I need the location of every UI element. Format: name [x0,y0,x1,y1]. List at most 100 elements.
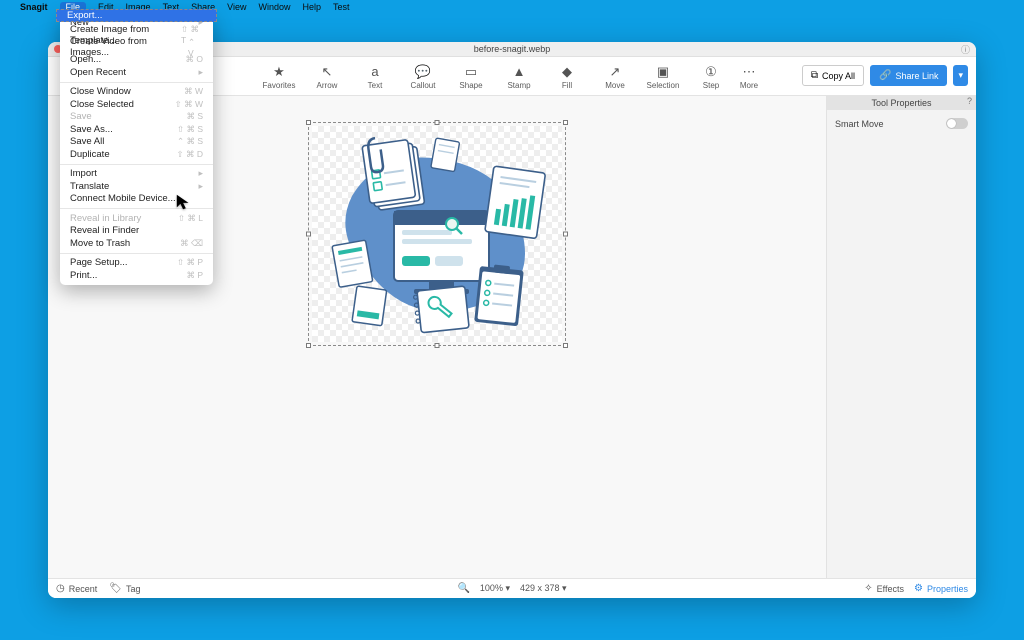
menu-item-export[interactable]: Export... [56,9,217,22]
stamp-icon: ▲ [513,63,526,81]
menubar-item-help[interactable]: Help [302,2,321,12]
tool-stamp[interactable]: ▲Stamp [501,63,537,90]
menu-item-import[interactable]: Import ▸ [60,168,213,181]
selection-handle[interactable] [563,343,568,348]
submenu-arrow-icon: ▸ [198,168,203,179]
recent-icon[interactable]: ◷ [56,583,65,594]
tool-fill[interactable]: ◆Fill [549,63,585,90]
tool-label: Favorites [263,81,296,90]
tool-step[interactable]: ①Step [693,63,729,90]
selection-handle[interactable] [563,120,568,125]
text-icon: a [371,63,378,81]
menu-shortcut: ⌘ S [186,111,203,122]
menu-shortcut: ⌃ ⌘ S [177,136,203,147]
menu-item-duplicate[interactable]: Duplicate⇧ ⌘ D [60,148,213,161]
toolbar-more[interactable]: ⋯ More [735,63,763,90]
selection-marquee[interactable] [308,122,566,346]
zoom-icon[interactable]: 🔍 [457,583,469,594]
menu-item-page-setup[interactable]: Page Setup... ⇧ ⌘ P [60,257,213,270]
zoom-value[interactable]: 100% ▾ [480,583,510,594]
properties-label[interactable]: Properties [927,584,968,594]
menu-shortcut: ⇧ ⌘ S [177,124,203,135]
tool-callout[interactable]: 💬Callout [405,63,441,90]
share-link-label: Share Link [895,71,938,81]
menu-item-label: Open Recent [70,67,126,78]
dimensions-value[interactable]: 429 x 378 ▾ [520,583,567,594]
menu-item-reveal-in-library: Reveal in Library ⇧ ⌘ L [60,212,213,225]
tool-label: Step [703,81,719,90]
tool-label: Callout [411,81,436,90]
selection-handle[interactable] [306,120,311,125]
tool-properties-panel: Tool Properties ? Smart Move [826,96,976,578]
selection-handle[interactable] [435,343,440,348]
menu-item-open-recent[interactable]: Open Recent▸ [60,66,213,79]
properties-icon[interactable]: ⚙ [914,583,923,594]
tool-arrow[interactable]: ↖Arrow [309,63,345,90]
menu-item-print[interactable]: Print...⌘ P [60,269,213,282]
menubar-item-window[interactable]: Window [258,2,290,12]
menubar-item-view[interactable]: View [227,2,246,12]
menu-item-label: Reveal in Finder [70,225,139,236]
menu-item-label: Close Window [70,86,131,97]
menu-item-save-as[interactable]: Save As...⇧ ⌘ S [60,123,213,136]
menu-shortcut: ⇧ ⌘ D [177,149,203,160]
menu-item-connect-mobile-device[interactable]: Connect Mobile Device... [60,193,213,206]
menu-item-move-to-trash[interactable]: Move to Trash ⌘ ⌫ [60,237,213,250]
tool-label: Text [368,81,383,90]
link-icon: 🔗 [879,70,891,81]
menu-item-label: Print... [70,270,97,281]
menu-shortcut: ⇧ ⌘ P [177,257,203,268]
tool-label: Shape [459,81,482,90]
tag-label[interactable]: Tag [126,584,141,594]
menu-item-close-window[interactable]: Close Window ⌘ W [60,86,213,99]
menu-item-label: Reveal in Library [70,213,141,224]
menu-shortcut: ⌘ W [184,86,203,97]
selection-handle[interactable] [563,232,568,237]
menu-item-save-all[interactable]: Save All ⌃ ⌘ S [60,136,213,149]
tool-label: Selection [647,81,680,90]
recent-label[interactable]: Recent [69,584,98,594]
menu-shortcut: ⇧ ⌘ L [178,213,203,224]
tool-text[interactable]: aText [357,63,393,90]
shape-icon: ▭ [465,63,477,81]
tool-label: Stamp [507,81,530,90]
menu-item-translate[interactable]: Translate▸ [60,180,213,193]
menubar-appname[interactable]: Snagit [20,2,48,12]
selection-handle[interactable] [306,232,311,237]
tool-shape[interactable]: ▭Shape [453,63,489,90]
menu-item-label: Page Setup... [70,257,128,268]
effects-icon[interactable]: ✧ [864,583,872,594]
tool-selection[interactable]: ▣Selection [645,63,681,90]
callout-icon: 💬 [415,63,431,81]
submenu-arrow-icon: ▸ [198,181,203,192]
share-more-button[interactable]: ▾ [953,65,968,86]
sidebar-title: Tool Properties [871,98,931,108]
tool-favorites[interactable]: ★Favorites [261,63,297,90]
help-icon[interactable]: ? [967,96,972,106]
menu-item-label: Save [70,111,92,122]
menu-shortcut: ⌘ ⌫ [180,238,203,249]
artboard[interactable] [312,126,562,342]
copy-all-button[interactable]: ⧉ Copy All [802,65,864,86]
tool-label: Move [605,81,625,90]
tool-move[interactable]: ↗Move [597,63,633,90]
smart-move-toggle[interactable] [946,118,968,129]
tag-icon[interactable]: 🏷 [109,583,122,594]
selection-handle[interactable] [435,120,440,125]
selection-handle[interactable] [306,343,311,348]
step-icon: ① [705,63,717,81]
menu-item-reveal-in-finder[interactable]: Reveal in Finder [60,225,213,238]
menu-item-label: Import [70,168,97,179]
menu-item-label: Close Selected [70,99,134,110]
share-link-button[interactable]: 🔗 Share Link [870,65,947,86]
menu-item-label: Move to Trash [70,238,130,249]
statusbar: ◷ Recent 🏷 Tag 🔍 100% ▾ 429 x 378 ▾ ✧ Ef… [48,578,976,598]
menu-item-label: Export... [67,10,102,21]
effects-label[interactable]: Effects [877,584,904,594]
menubar-item-test[interactable]: Test [333,2,350,12]
menu-item-close-selected[interactable]: Close Selected⇧ ⌘ W [60,98,213,111]
menu-item-label: Save All [70,136,104,147]
menu-shortcut: ⌘ O [186,54,203,65]
menu-item-create-video-from-images[interactable]: Create Video from Images...⌃ V [60,41,213,54]
info-icon[interactable]: ⓘ [961,43,970,56]
